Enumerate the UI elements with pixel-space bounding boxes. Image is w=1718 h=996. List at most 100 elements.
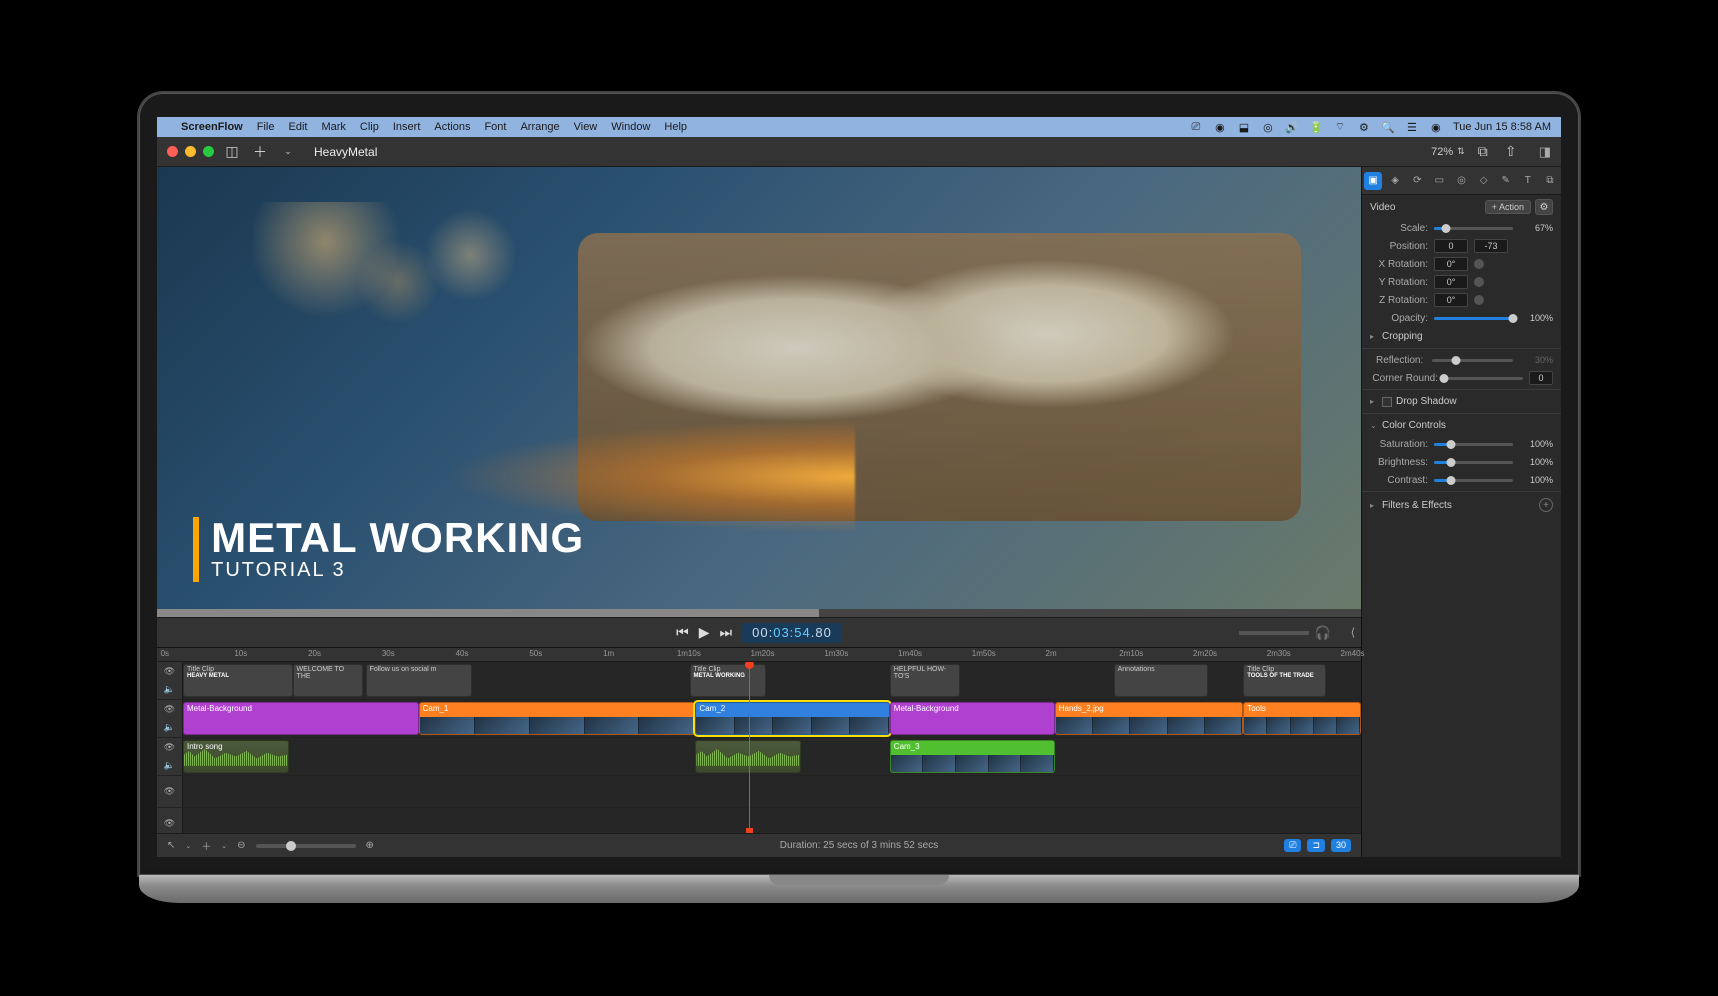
yrotation-dial[interactable] xyxy=(1474,277,1484,287)
timecode-display[interactable]: 00:03:54.80 xyxy=(742,623,842,643)
contrast-slider[interactable] xyxy=(1434,479,1513,482)
sidebar-toggle-icon[interactable]: ◫ xyxy=(222,143,242,160)
tab-touch-icon[interactable]: ◎ xyxy=(1452,172,1470,190)
opacity-slider[interactable] xyxy=(1434,317,1513,320)
toggl-icon[interactable]: ◉ xyxy=(1213,120,1227,134)
inspector-settings-icon[interactable]: ⚙ xyxy=(1535,199,1553,215)
colorcontrols-section[interactable]: ⌄Color Controls xyxy=(1362,416,1561,435)
saturation-slider[interactable] xyxy=(1434,443,1513,446)
dropbox-icon[interactable]: ⬓ xyxy=(1237,120,1251,134)
app-name-menu[interactable]: ScreenFlow xyxy=(181,121,243,133)
menu-font[interactable]: Font xyxy=(484,121,506,133)
timeline-ruler[interactable]: 0s10s20s30s40s50s1m1m10s1m20s1m30s1m40s1… xyxy=(157,648,1361,662)
skip-forward-button[interactable]: ⏭ xyxy=(720,624,733,641)
track-visibility-icon[interactable]: 👁 xyxy=(164,742,175,753)
yrotation-input[interactable] xyxy=(1434,275,1468,289)
menu-view[interactable]: View xyxy=(574,121,598,133)
track-visibility-icon[interactable]: 👁 xyxy=(164,786,175,797)
playhead[interactable] xyxy=(749,662,750,833)
timeline-clip[interactable]: Cam_1 xyxy=(419,702,696,735)
add-dropdown-icon[interactable]: ⌄ xyxy=(278,146,298,157)
timeline-zoom-slider[interactable] xyxy=(256,844,356,848)
volume-slider[interactable] xyxy=(1239,631,1309,635)
xrotation-dial[interactable] xyxy=(1474,259,1484,269)
battery-icon[interactable]: 🔋 xyxy=(1309,120,1323,134)
zoom-stepper-icon[interactable]: ⇅ xyxy=(1457,146,1465,157)
timeline-clip[interactable]: WELCOME TO THE xyxy=(293,664,364,697)
add-track-dropdown-icon[interactable]: ⌄ xyxy=(221,842,227,850)
track-visibility-icon[interactable]: 👁 xyxy=(164,818,175,829)
collapse-inspector-icon[interactable]: ⟨ xyxy=(1351,626,1355,639)
menubar-clock[interactable]: Tue Jun 15 8:58 AM xyxy=(1453,121,1551,133)
share-button[interactable]: ⇧ xyxy=(1501,143,1521,160)
track-mute-icon[interactable]: 🔈 xyxy=(164,760,175,771)
menu-actions[interactable]: Actions xyxy=(434,121,470,133)
scale-slider[interactable] xyxy=(1434,227,1513,230)
timeline-clip[interactable]: Metal-Background xyxy=(183,702,419,735)
menu-file[interactable]: File xyxy=(257,121,275,133)
spotlight-icon[interactable]: 🔍 xyxy=(1381,120,1395,134)
track-visibility-icon[interactable]: 👁 xyxy=(164,666,175,677)
menu-help[interactable]: Help xyxy=(664,121,687,133)
fullscreen-window-button[interactable] xyxy=(203,146,214,157)
track-visibility-icon[interactable]: 👁 xyxy=(164,704,175,715)
timeline-clip[interactable]: Intro song xyxy=(183,740,289,773)
fps-badge[interactable]: 30 xyxy=(1331,839,1351,852)
notification-icon[interactable]: ☰ xyxy=(1405,120,1419,134)
add-media-button[interactable]: ＋ xyxy=(250,142,270,162)
headphones-icon[interactable]: 🎧 xyxy=(1315,625,1331,641)
timeline-clip[interactable]: Title ClipMETAL WORKING xyxy=(690,664,767,697)
snap-icon[interactable]: ⊐ xyxy=(1307,839,1325,852)
timeline-clip[interactable]: Cam_3 xyxy=(890,740,1055,773)
add-action-button[interactable]: + Action xyxy=(1485,200,1531,214)
timeline-clip[interactable]: Follow us on social m xyxy=(366,664,472,697)
menu-insert[interactable]: Insert xyxy=(393,121,421,133)
volume-icon[interactable]: 🔊 xyxy=(1285,120,1299,134)
wifi-icon[interactable]: ⌔ xyxy=(1333,120,1347,134)
corner-slider[interactable] xyxy=(1444,377,1523,380)
xrotation-input[interactable] xyxy=(1434,257,1468,271)
position-x-input[interactable] xyxy=(1434,239,1468,253)
timeline-clip[interactable]: Title ClipTOOLS OF THE TRADE xyxy=(1243,664,1325,697)
tab-screen-icon[interactable]: ⟳ xyxy=(1408,172,1426,190)
crop-canvas-button[interactable]: ⧉ xyxy=(1473,143,1493,160)
pointer-dropdown-icon[interactable]: ⌄ xyxy=(185,842,191,850)
dropshadow-checkbox[interactable] xyxy=(1382,397,1392,407)
timeline-clip[interactable]: Hands_2.jpg xyxy=(1055,702,1243,735)
minimize-window-button[interactable] xyxy=(185,146,196,157)
preview-canvas[interactable]: METAL WORKING TUTORIAL 3 xyxy=(157,167,1361,609)
tab-callout-icon[interactable]: ▭ xyxy=(1430,172,1448,190)
canvas-scrubber[interactable] xyxy=(157,609,1361,617)
facetime-icon[interactable]: ⎚ xyxy=(1189,120,1203,134)
tab-audio-icon[interactable]: ◈ xyxy=(1386,172,1404,190)
menu-window[interactable]: Window xyxy=(611,121,650,133)
timeline-clip[interactable]: Annotations xyxy=(1114,664,1208,697)
control-center-icon[interactable]: ⚙ xyxy=(1357,120,1371,134)
tab-media-icon[interactable]: ⧉ xyxy=(1541,172,1559,190)
position-y-input[interactable] xyxy=(1474,239,1508,253)
brightness-slider[interactable] xyxy=(1434,461,1513,464)
inspector-toggle-icon[interactable]: ◨ xyxy=(1539,144,1551,160)
menu-clip[interactable]: Clip xyxy=(360,121,379,133)
reflection-slider[interactable] xyxy=(1432,359,1513,362)
dropshadow-section[interactable]: ▸ Drop Shadow xyxy=(1362,392,1561,411)
track-mute-icon[interactable]: 🔈 xyxy=(164,684,175,695)
cropping-section[interactable]: ▸Cropping xyxy=(1362,327,1561,346)
track-mute-icon[interactable]: 🔈 xyxy=(164,722,175,733)
timeline-clip[interactable]: Title ClipHEAVY METAL xyxy=(183,664,293,697)
zrotation-input[interactable] xyxy=(1434,293,1468,307)
tab-text-icon[interactable]: T xyxy=(1519,172,1537,190)
tab-annotations-icon[interactable]: ◇ xyxy=(1475,172,1493,190)
tab-video-icon[interactable]: ▣ xyxy=(1364,172,1382,190)
close-window-button[interactable] xyxy=(167,146,178,157)
canvas-zoom-value[interactable]: 72% xyxy=(1431,146,1453,158)
zrotation-dial[interactable] xyxy=(1474,295,1484,305)
zoom-in-icon[interactable]: ⊕ xyxy=(366,840,374,851)
skip-back-button[interactable]: ⏮ xyxy=(676,624,689,641)
record-badge-icon[interactable]: ⎚ xyxy=(1284,839,1301,852)
tab-pen-icon[interactable]: ✎ xyxy=(1497,172,1515,190)
sync-icon[interactable]: ◎ xyxy=(1261,120,1275,134)
add-track-button[interactable]: ＋ xyxy=(201,838,211,853)
timeline-clip[interactable]: HELPFUL HOW-TO'S xyxy=(890,664,961,697)
siri-icon[interactable]: ◉ xyxy=(1429,120,1443,134)
